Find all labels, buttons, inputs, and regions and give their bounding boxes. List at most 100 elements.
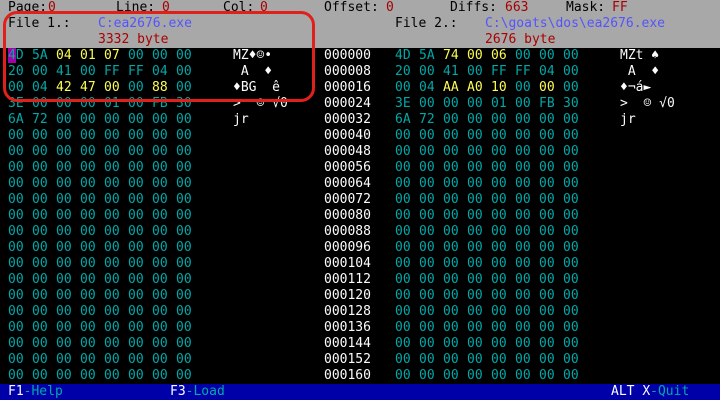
hex-byte[interactable]: FB	[539, 96, 555, 112]
hex-byte[interactable]: 00	[128, 224, 144, 240]
hex-byte[interactable]: 72	[32, 112, 48, 128]
hex-byte[interactable]: 00	[56, 336, 72, 352]
hex-byte[interactable]: 00	[467, 48, 483, 64]
hex-byte[interactable]: 00	[32, 352, 48, 368]
hex-byte[interactable]: 00	[128, 128, 144, 144]
hex-byte[interactable]: 00	[56, 240, 72, 256]
hex-byte[interactable]: 00	[491, 160, 507, 176]
hex-byte[interactable]: 00	[395, 320, 411, 336]
hex-byte[interactable]: 72	[419, 112, 435, 128]
hex-byte[interactable]: 00	[152, 176, 168, 192]
hex-byte[interactable]: 00	[515, 240, 531, 256]
hex-byte[interactable]: 00	[104, 272, 120, 288]
hex-byte[interactable]: 00	[443, 304, 459, 320]
hex-byte[interactable]: 00	[563, 224, 579, 240]
hex-byte[interactable]: 00	[8, 240, 24, 256]
hex-byte[interactable]: 00	[539, 128, 555, 144]
hex-byte[interactable]: 00	[515, 48, 531, 64]
hex-byte[interactable]: 00	[8, 208, 24, 224]
hex-byte[interactable]: 00	[152, 192, 168, 208]
hex-byte[interactable]: 00	[419, 288, 435, 304]
hex-byte[interactable]: 00	[32, 272, 48, 288]
hex-byte[interactable]: 00	[128, 208, 144, 224]
hex-byte[interactable]: 00	[443, 160, 459, 176]
hex-byte[interactable]: 00	[491, 128, 507, 144]
hex-byte[interactable]: 00	[32, 320, 48, 336]
hex-byte[interactable]: 00	[80, 272, 96, 288]
hex-byte[interactable]: 00	[128, 256, 144, 272]
hex-byte[interactable]: 00	[32, 208, 48, 224]
hex-byte[interactable]: 3E	[8, 96, 24, 112]
hex-byte[interactable]: 00	[8, 320, 24, 336]
hex-byte[interactable]: 00	[152, 224, 168, 240]
hex-byte[interactable]: 00	[491, 176, 507, 192]
hex-byte[interactable]: 00	[395, 208, 411, 224]
hex-byte[interactable]: 00	[395, 80, 411, 96]
hex-byte[interactable]: FB	[152, 96, 168, 112]
hex-byte[interactable]: 00	[80, 112, 96, 128]
hex-byte[interactable]: 00	[467, 320, 483, 336]
hex-byte[interactable]: 00	[515, 224, 531, 240]
hex-byte[interactable]: 00	[152, 240, 168, 256]
hex-byte[interactable]: 00	[515, 288, 531, 304]
hex-byte[interactable]: 00	[467, 272, 483, 288]
hex-byte[interactable]: 00	[176, 128, 192, 144]
hex-byte[interactable]: 00	[467, 208, 483, 224]
hex-byte[interactable]: 00	[152, 208, 168, 224]
hex-byte[interactable]: 00	[515, 96, 531, 112]
hex-byte[interactable]: 00	[152, 256, 168, 272]
hex-byte[interactable]: 00	[80, 256, 96, 272]
hex-byte[interactable]: FF	[128, 64, 144, 80]
hex-byte[interactable]: 00	[104, 80, 120, 96]
hex-byte[interactable]: 00	[539, 192, 555, 208]
hex-byte[interactable]: 88	[152, 80, 168, 96]
hex-byte[interactable]: 00	[491, 352, 507, 368]
hex-byte[interactable]: 00	[104, 352, 120, 368]
quit-key[interactable]: ALT X-Quit	[611, 384, 689, 400]
hex-byte[interactable]: 00	[491, 256, 507, 272]
hex-byte[interactable]: 00	[104, 256, 120, 272]
hex-byte[interactable]: 00	[395, 192, 411, 208]
hex-byte[interactable]: 00	[539, 304, 555, 320]
hex-byte[interactable]: 01	[491, 96, 507, 112]
hex-byte[interactable]: 00	[152, 128, 168, 144]
hex-byte[interactable]: 00	[515, 208, 531, 224]
hex-byte[interactable]: 00	[467, 368, 483, 384]
hex-byte[interactable]: 00	[563, 64, 579, 80]
hex-byte[interactable]: 00	[152, 368, 168, 384]
hex-byte[interactable]: 00	[56, 176, 72, 192]
hex-byte[interactable]: 00	[56, 144, 72, 160]
hex-byte[interactable]: 00	[443, 224, 459, 240]
hex-byte[interactable]: 00	[152, 288, 168, 304]
hex-byte[interactable]: 00	[176, 224, 192, 240]
hex-byte[interactable]: 04	[32, 80, 48, 96]
hex-byte[interactable]: 00	[80, 64, 96, 80]
hex-byte[interactable]: 00	[176, 336, 192, 352]
hex-byte[interactable]: 00	[128, 112, 144, 128]
hex-byte[interactable]: 4D	[8, 48, 24, 64]
hex-byte[interactable]: 00	[515, 112, 531, 128]
hex-byte[interactable]: 00	[80, 176, 96, 192]
hex-byte[interactable]: 00	[467, 352, 483, 368]
hex-byte[interactable]: 00	[443, 368, 459, 384]
hex-byte[interactable]: 00	[128, 192, 144, 208]
hex-byte[interactable]: 00	[419, 192, 435, 208]
hex-byte[interactable]: 00	[443, 352, 459, 368]
hex-byte[interactable]: 00	[419, 240, 435, 256]
hex-byte[interactable]: 00	[563, 368, 579, 384]
hex-byte[interactable]: 00	[515, 368, 531, 384]
help-key[interactable]: F1-Help	[8, 384, 63, 400]
hex-byte[interactable]: 00	[467, 64, 483, 80]
hex-byte[interactable]: 00	[515, 336, 531, 352]
hex-byte[interactable]: 04	[152, 64, 168, 80]
hex-byte[interactable]: 00	[419, 160, 435, 176]
hex-byte[interactable]: 00	[176, 240, 192, 256]
hex-byte[interactable]: 00	[467, 112, 483, 128]
hex-byte[interactable]: 01	[80, 48, 96, 64]
hex-byte[interactable]: 00	[539, 320, 555, 336]
hex-byte[interactable]: 00	[176, 288, 192, 304]
hex-byte[interactable]: 00	[563, 304, 579, 320]
hex-byte[interactable]: 00	[491, 320, 507, 336]
hex-byte[interactable]: FF	[491, 64, 507, 80]
hex-byte[interactable]: 00	[539, 256, 555, 272]
